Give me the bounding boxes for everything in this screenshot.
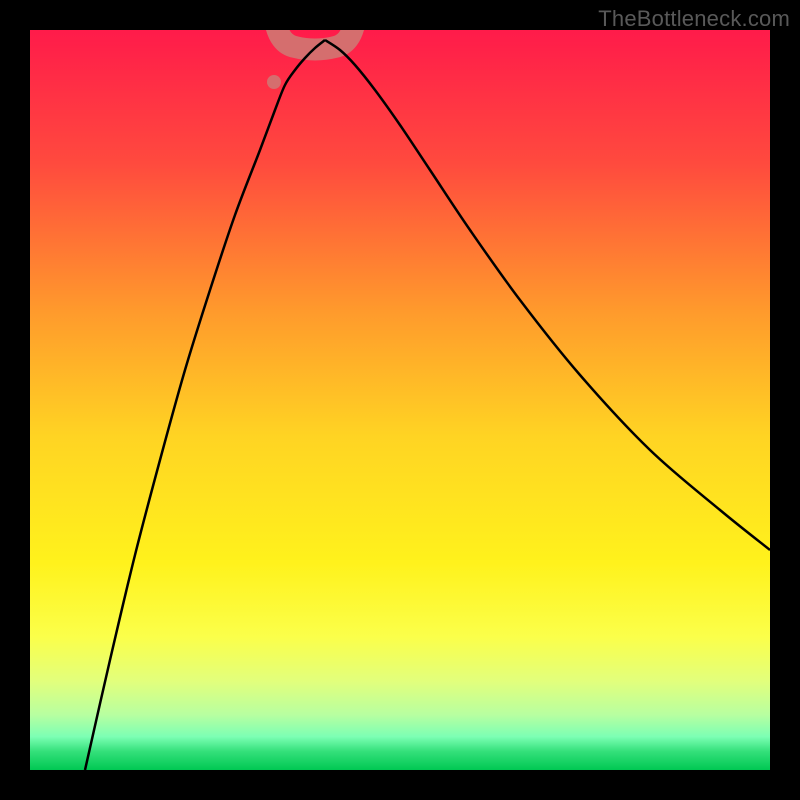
watermark-text: TheBottleneck.com: [598, 6, 790, 32]
chart-frame: [30, 30, 770, 770]
marker-dot: [267, 75, 281, 89]
bottleneck-curve: [30, 30, 770, 770]
curve-left-branch: [85, 40, 325, 770]
curve-right-branch: [325, 40, 770, 550]
